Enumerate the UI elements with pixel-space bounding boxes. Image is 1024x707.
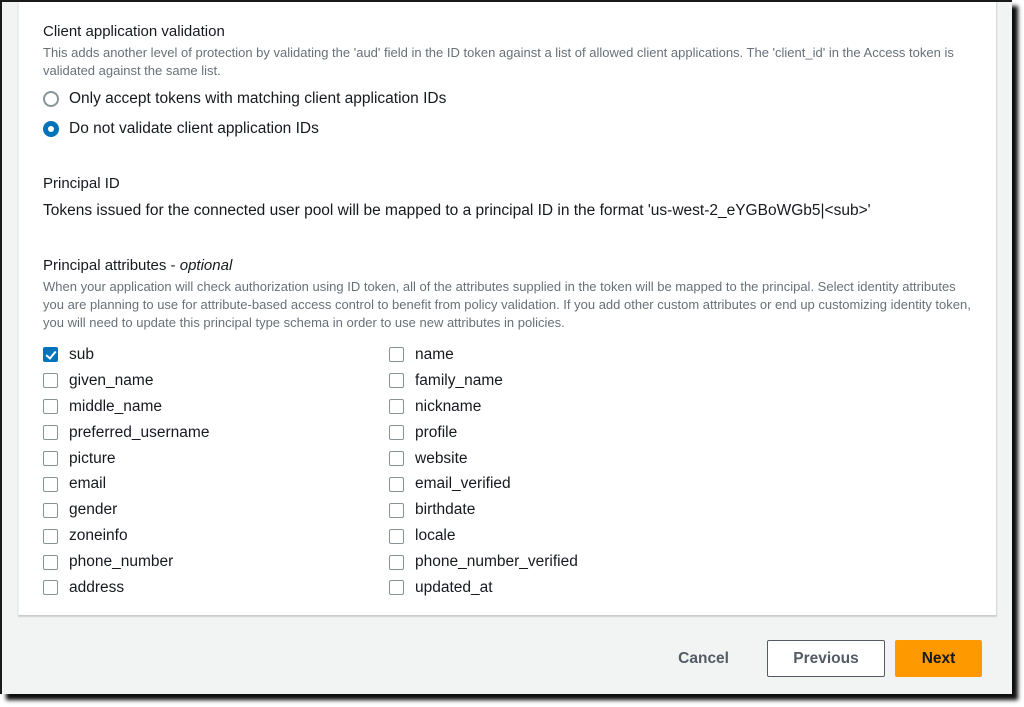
principal-attributes-description: When your application will check authori… (43, 279, 971, 330)
checkbox-label: middle_name (69, 397, 163, 415)
checkbox-label: gender (69, 501, 118, 519)
checkbox-label: birthdate (415, 501, 476, 519)
checkbox[interactable] (43, 580, 58, 596)
client-validation-description: This adds another level of protection by… (43, 45, 954, 78)
attribute-checkbox-updated-at[interactable]: updated_at (389, 575, 729, 601)
checkbox-label: name (415, 345, 454, 363)
checkbox[interactable] (43, 476, 58, 492)
checkbox-label: picture (69, 449, 116, 467)
checkbox[interactable] (43, 373, 58, 389)
checkbox-label: family_name (415, 371, 503, 389)
page-frame: Client application validation This adds … (0, 0, 1012, 694)
attribute-checkbox-phone-number-verified[interactable]: phone_number_verified (389, 549, 729, 575)
checkbox[interactable] (389, 528, 404, 544)
radio-button-selected[interactable] (43, 121, 59, 137)
checkbox-label: locale (415, 527, 456, 545)
client-validation-label: Client application validation (43, 23, 225, 40)
checkbox-label: sub (69, 345, 94, 363)
checkbox[interactable] (389, 373, 404, 389)
checkbox-label: updated_at (415, 578, 493, 596)
checkbox-checked[interactable] (43, 347, 58, 363)
radio-option-do-not-validate[interactable]: Do not validate client application IDs (43, 114, 976, 144)
client-validation-section: Client application validation This adds … (43, 22, 976, 144)
principal-id-section: Principal ID Tokens issued for the conne… (43, 174, 976, 222)
checkbox[interactable] (43, 502, 58, 518)
settings-panel: Client application validation This adds … (18, 2, 997, 616)
attribute-checkbox-preferred-username[interactable]: preferred_username (43, 420, 383, 446)
checkbox[interactable] (389, 554, 404, 570)
checkbox-label: website (415, 449, 468, 467)
principal-attributes-label: Principal attributes - optional (43, 256, 976, 276)
checkbox-label: zoneinfo (69, 527, 128, 545)
optional-tag: optional (179, 257, 233, 274)
checkbox[interactable] (43, 399, 58, 415)
checkbox[interactable] (389, 476, 404, 492)
attribute-checkbox-locale[interactable]: locale (389, 523, 729, 549)
attribute-checkbox-profile[interactable]: profile (389, 420, 729, 446)
attribute-checkbox-email-verified[interactable]: email_verified (389, 471, 729, 497)
attributes-column-2: name family_name nickname profile website ema… (389, 342, 729, 601)
attribute-checkbox-birthdate[interactable]: birthdate (389, 497, 729, 523)
attribute-checkbox-middle-name[interactable]: middle_name (43, 394, 383, 420)
next-button[interactable]: Next (895, 640, 982, 677)
principal-id-label: Principal ID (43, 175, 120, 192)
radio-label: Do not validate client application IDs (69, 120, 319, 137)
checkbox-label: given_name (69, 371, 154, 389)
attribute-checkbox-website[interactable]: website (389, 446, 729, 472)
checkbox-label: profile (415, 423, 458, 441)
attribute-checkbox-zoneinfo[interactable]: zoneinfo (43, 523, 383, 549)
wizard-footer: Cancel Previous Next (658, 640, 982, 677)
attributes-column-1: sub given_name middle_name preferred_userna… (43, 342, 383, 601)
checkbox-label: address (69, 578, 125, 596)
checkbox[interactable] (43, 451, 58, 466)
attribute-checkbox-address[interactable]: address (43, 575, 383, 601)
checkbox[interactable] (389, 451, 404, 466)
checkbox-label: preferred_username (69, 423, 210, 441)
client-validation-radio-group: Only accept tokens with matching client … (43, 84, 976, 144)
attribute-checkbox-nickname[interactable]: nickname (389, 394, 729, 420)
checkbox-label: nickname (415, 397, 482, 415)
checkbox[interactable] (43, 554, 58, 570)
checkbox[interactable] (43, 528, 58, 544)
cancel-button[interactable]: Cancel (658, 640, 749, 677)
attribute-checkbox-email[interactable]: email (43, 471, 383, 497)
radio-button[interactable] (43, 91, 59, 107)
checkbox[interactable] (389, 399, 404, 415)
checkbox[interactable] (389, 425, 404, 441)
checkbox[interactable] (389, 502, 404, 518)
principal-id-value: Tokens issued for the connected user poo… (43, 202, 871, 219)
checkbox[interactable] (389, 347, 404, 363)
checkbox-label: email (69, 475, 107, 493)
attribute-checkbox-gender[interactable]: gender (43, 497, 383, 523)
principal-attributes-label-text: Principal attributes - (43, 257, 180, 274)
radio-label: Only accept tokens with matching client … (69, 90, 447, 107)
checkbox[interactable] (389, 580, 404, 596)
checkbox-label: email_verified (415, 475, 511, 493)
previous-button[interactable]: Previous (767, 640, 885, 677)
radio-option-match-client-ids[interactable]: Only accept tokens with matching client … (43, 84, 976, 114)
checkbox[interactable] (43, 425, 58, 441)
attribute-checkbox-given-name[interactable]: given_name (43, 368, 383, 394)
principal-attributes-section: Principal attributes - optional When you… (43, 256, 976, 332)
attribute-checkbox-name[interactable]: name (389, 342, 729, 368)
attribute-checkbox-picture[interactable]: picture (43, 446, 383, 472)
attribute-checkbox-phone-number[interactable]: phone_number (43, 549, 383, 575)
attribute-checkbox-family-name[interactable]: family_name (389, 368, 729, 394)
checkbox-label: phone_number (69, 553, 174, 571)
checkbox-label: phone_number_verified (415, 553, 578, 571)
attribute-checkbox-sub[interactable]: sub (43, 342, 383, 368)
